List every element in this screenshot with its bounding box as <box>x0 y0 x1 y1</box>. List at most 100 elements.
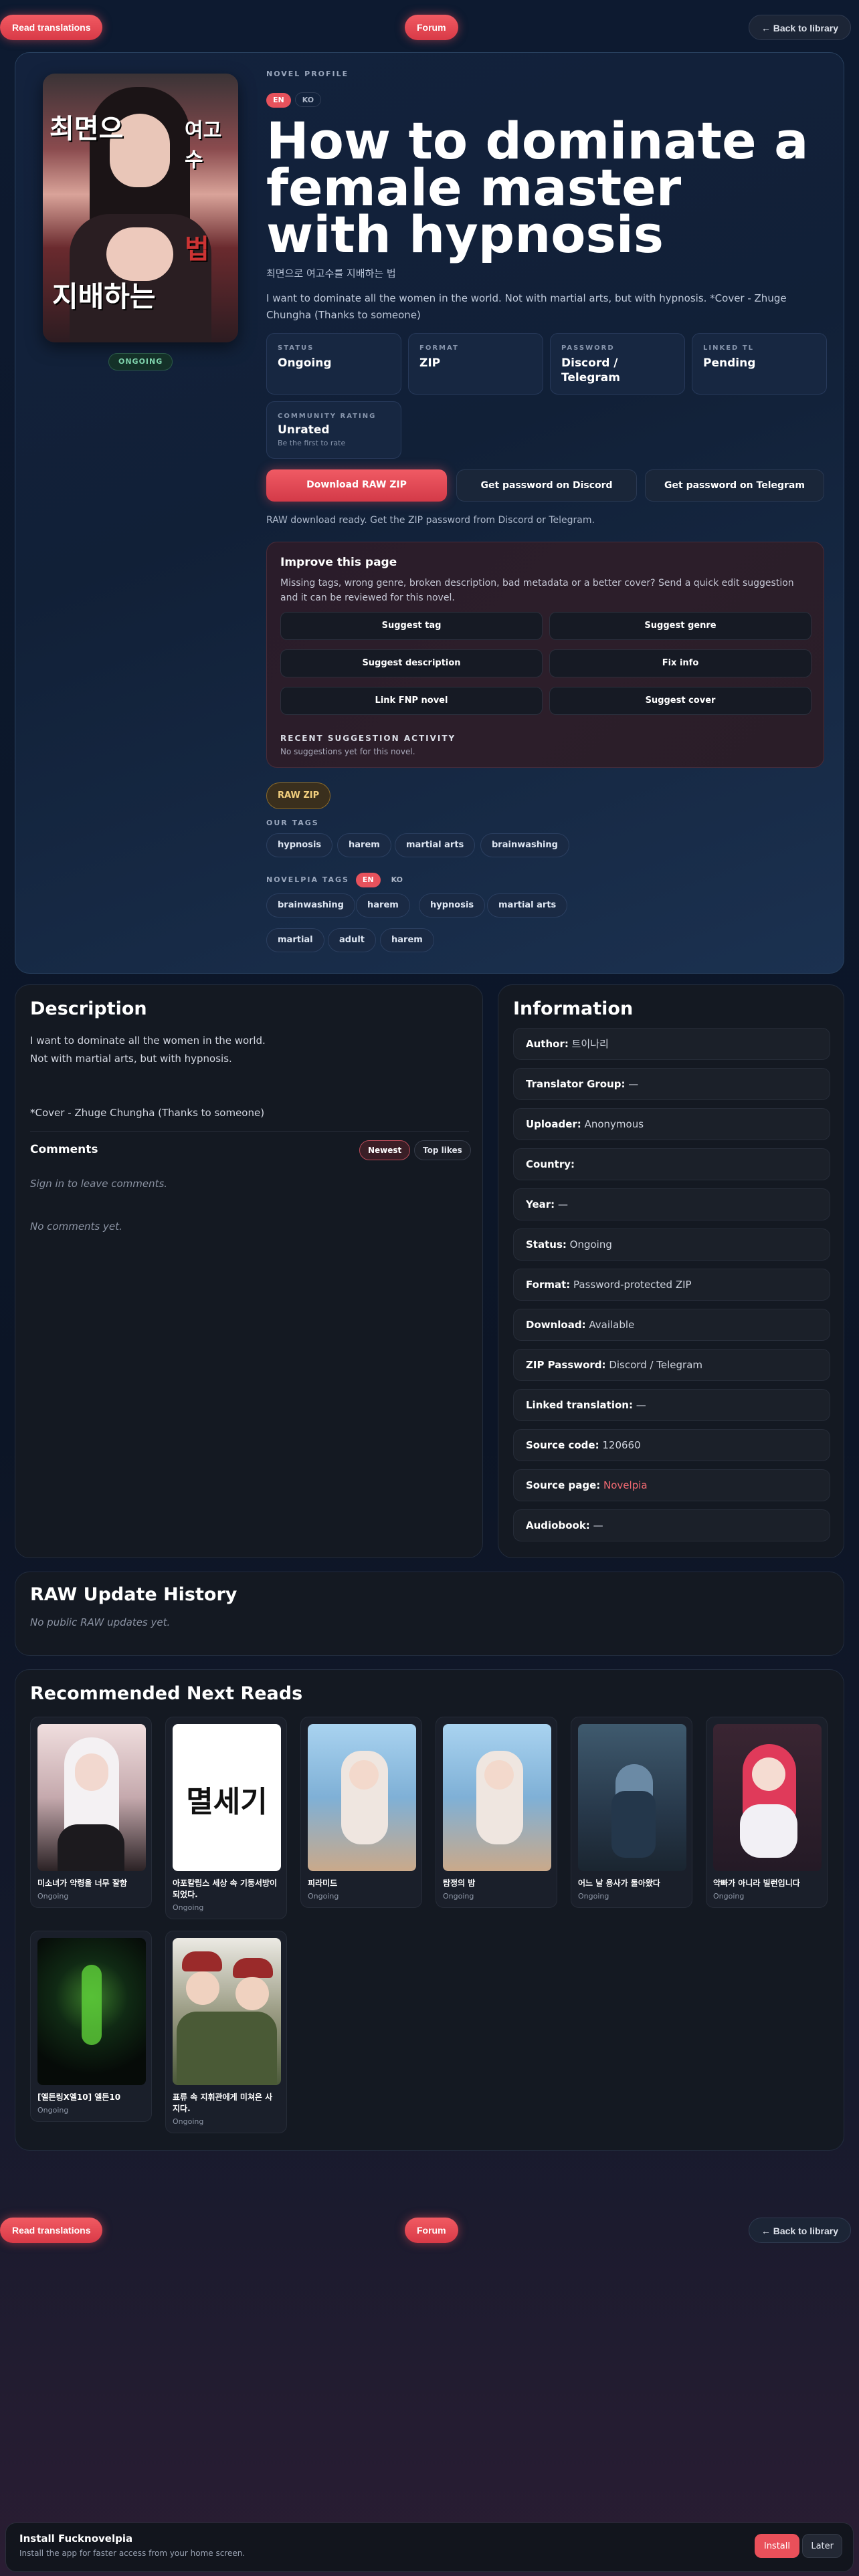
info-value: — <box>628 1078 639 1090</box>
discord-password-button[interactable]: Get password on Discord <box>456 469 637 502</box>
tag-chip[interactable]: adult <box>328 928 377 952</box>
recommended-title: Recommended Next Reads <box>30 1683 303 1704</box>
recommendation-card[interactable]: 악빠가 아니라 빌런입니다 Ongoing <box>706 1717 828 1908</box>
info-key: Uploader: <box>526 1118 581 1130</box>
description-text: I want to dominate all the women in the … <box>30 1032 465 1122</box>
tag-chip[interactable]: martial arts <box>487 893 568 918</box>
recommendation-card[interactable]: [엘든링X엘10] 엘든10 Ongoing <box>30 1931 152 2122</box>
suggest-tag-button[interactable]: Suggest tag <box>280 612 543 640</box>
info-value: Discord / Telegram <box>609 1359 703 1371</box>
sort-top-likes-button[interactable]: Top likes <box>414 1140 471 1160</box>
comments-title: Comments <box>30 1143 98 1156</box>
forum-button[interactable]: Forum <box>405 15 458 40</box>
recent-label: RECENT SUGGESTION ACTIVITY <box>280 734 456 743</box>
bottom-nav: Read translations Forum ← Back to librar… <box>0 2203 859 2256</box>
information-panel: Information Author: 트이나리 Translator Grou… <box>498 984 844 1558</box>
status-badge: ONGOING <box>108 353 173 370</box>
install-text: Install the app for faster access from y… <box>19 2549 246 2558</box>
download-raw-zip-button[interactable]: Download RAW ZIP <box>266 469 447 502</box>
information-title: Information <box>513 998 634 1019</box>
sort-newest-button[interactable]: Newest <box>359 1140 411 1160</box>
info-value: Password-protected ZIP <box>573 1279 692 1291</box>
recommendation-cover <box>173 1938 281 2085</box>
fix-info-button[interactable]: Fix info <box>549 649 812 677</box>
info-key: Audiobook: <box>526 1519 590 1531</box>
suggest-cover-button[interactable]: Suggest cover <box>549 687 812 715</box>
tag-chip[interactable]: brainwashing <box>480 833 569 857</box>
novelpia-tags-header: NOVELPIA TAGS EN KO <box>266 872 413 887</box>
info-key: Source page: <box>526 1479 601 1491</box>
read-translations-button[interactable]: Read translations <box>0 2218 103 2243</box>
lang-en-toggle[interactable]: EN <box>355 873 381 887</box>
recommendation-cover <box>713 1724 822 1871</box>
recommendation-card[interactable]: 표류 속 지휘관에게 미쳐은 사지다. Ongoing <box>165 1931 287 2133</box>
info-key: Author: <box>526 1038 569 1050</box>
recommendation-card[interactable]: 피라미드 Ongoing <box>300 1717 422 1908</box>
tag-chip[interactable]: harem <box>337 833 391 857</box>
back-to-library-button[interactable]: ← Back to library <box>748 15 851 40</box>
tag-chip[interactable]: harem <box>380 928 434 952</box>
forum-button[interactable]: Forum <box>405 2218 458 2243</box>
tag-chip[interactable]: brainwashing <box>266 893 355 918</box>
history-title: RAW Update History <box>30 1584 237 1605</box>
tag-chip[interactable]: martial arts <box>395 833 476 857</box>
suggest-genre-button[interactable]: Suggest genre <box>549 612 812 640</box>
info-value: Ongoing <box>569 1239 612 1251</box>
recommendation-cover <box>578 1724 686 1871</box>
read-translations-button[interactable]: Read translations <box>0 15 103 40</box>
info-value: Anonymous <box>584 1118 644 1130</box>
stat-label: LINKED TL <box>703 344 755 352</box>
cover-text: 최면으 <box>50 113 124 144</box>
recommendation-name: 어느 날 용사가 돌아왔다 <box>578 1879 660 1888</box>
info-value: — <box>593 1519 603 1531</box>
cover-text: 법 <box>185 233 209 265</box>
back-to-library-button[interactable]: ← Back to library <box>748 2218 851 2243</box>
stat-status: STATUS Ongoing <box>266 333 401 395</box>
tag-chip[interactable]: hypnosis <box>266 833 333 857</box>
recommendation-cover <box>308 1724 416 1871</box>
info-row-author: Author: 트이나리 <box>513 1028 830 1060</box>
info-key: Download: <box>526 1319 586 1331</box>
install-app-banner: Install Fucknovelpia Install the app for… <box>5 2523 854 2572</box>
tag-chip[interactable]: hypnosis <box>419 893 486 918</box>
description-line: *Cover - Zhuge Chungha (Thanks to someon… <box>30 1107 265 1119</box>
link-fnp-novel-button[interactable]: Link FNP novel <box>280 687 543 715</box>
sign-in-prompt[interactable]: Sign in to leave comments. <box>30 1178 167 1190</box>
stat-password: PASSWORD Discord / Telegram <box>550 333 685 395</box>
info-key: ZIP Password: <box>526 1359 606 1371</box>
recommendation-cover: 멸세기 <box>173 1724 281 1871</box>
info-row-zip-password: ZIP Password: Discord / Telegram <box>513 1349 830 1381</box>
divider <box>30 1131 469 1132</box>
telegram-password-button[interactable]: Get password on Telegram <box>645 469 824 502</box>
info-key: Country: <box>526 1158 575 1170</box>
info-row-year: Year: — <box>513 1188 830 1220</box>
recommendation-card[interactable]: 탐정의 밤 Ongoing <box>436 1717 557 1908</box>
lang-ko-toggle[interactable]: KO <box>294 92 322 107</box>
tag-chip[interactable]: harem <box>356 893 410 918</box>
recommendation-status: Ongoing <box>37 2106 69 2115</box>
info-value: — <box>557 1198 568 1210</box>
recommendation-card[interactable]: 미소녀가 악령을 너무 잘함 Ongoing <box>30 1717 152 1908</box>
recommendation-cover <box>37 1938 146 2085</box>
download-note: RAW download ready. Get the ZIP password… <box>266 515 595 526</box>
source-page-link[interactable]: Novelpia <box>603 1479 648 1491</box>
later-button[interactable]: Later <box>802 2534 842 2558</box>
improve-title: Improve this page <box>280 556 397 569</box>
page-title: How to dominate a female master with hyp… <box>266 111 809 264</box>
top-nav: Read translations Forum ← Back to librar… <box>0 0 859 53</box>
tag-chip[interactable]: martial <box>266 928 324 952</box>
recommendation-card[interactable]: 어느 날 용사가 돌아왔다 Ongoing <box>571 1717 692 1908</box>
lang-en-toggle[interactable]: EN <box>266 93 291 108</box>
lang-ko-toggle[interactable]: KO <box>385 873 409 887</box>
info-value: Available <box>589 1319 635 1331</box>
info-row-country: Country: <box>513 1148 830 1180</box>
recommendation-card[interactable]: 멸세기 아포칼립스 세상 속 기둥서방이 되었다. Ongoing <box>165 1717 287 1919</box>
recommendation-name: 미소녀가 악령을 너무 잘함 <box>37 1879 127 1888</box>
novel-profile-eyebrow: NOVEL PROFILE <box>266 70 349 78</box>
suggest-description-button[interactable]: Suggest description <box>280 649 543 677</box>
info-row-translator: Translator Group: — <box>513 1068 830 1100</box>
info-value: — <box>636 1399 646 1411</box>
install-button[interactable]: Install <box>754 2534 799 2558</box>
description-line: Not with martial arts, but with hypnosis… <box>30 1053 232 1065</box>
description-line: I want to dominate all the women in the … <box>30 1035 266 1047</box>
